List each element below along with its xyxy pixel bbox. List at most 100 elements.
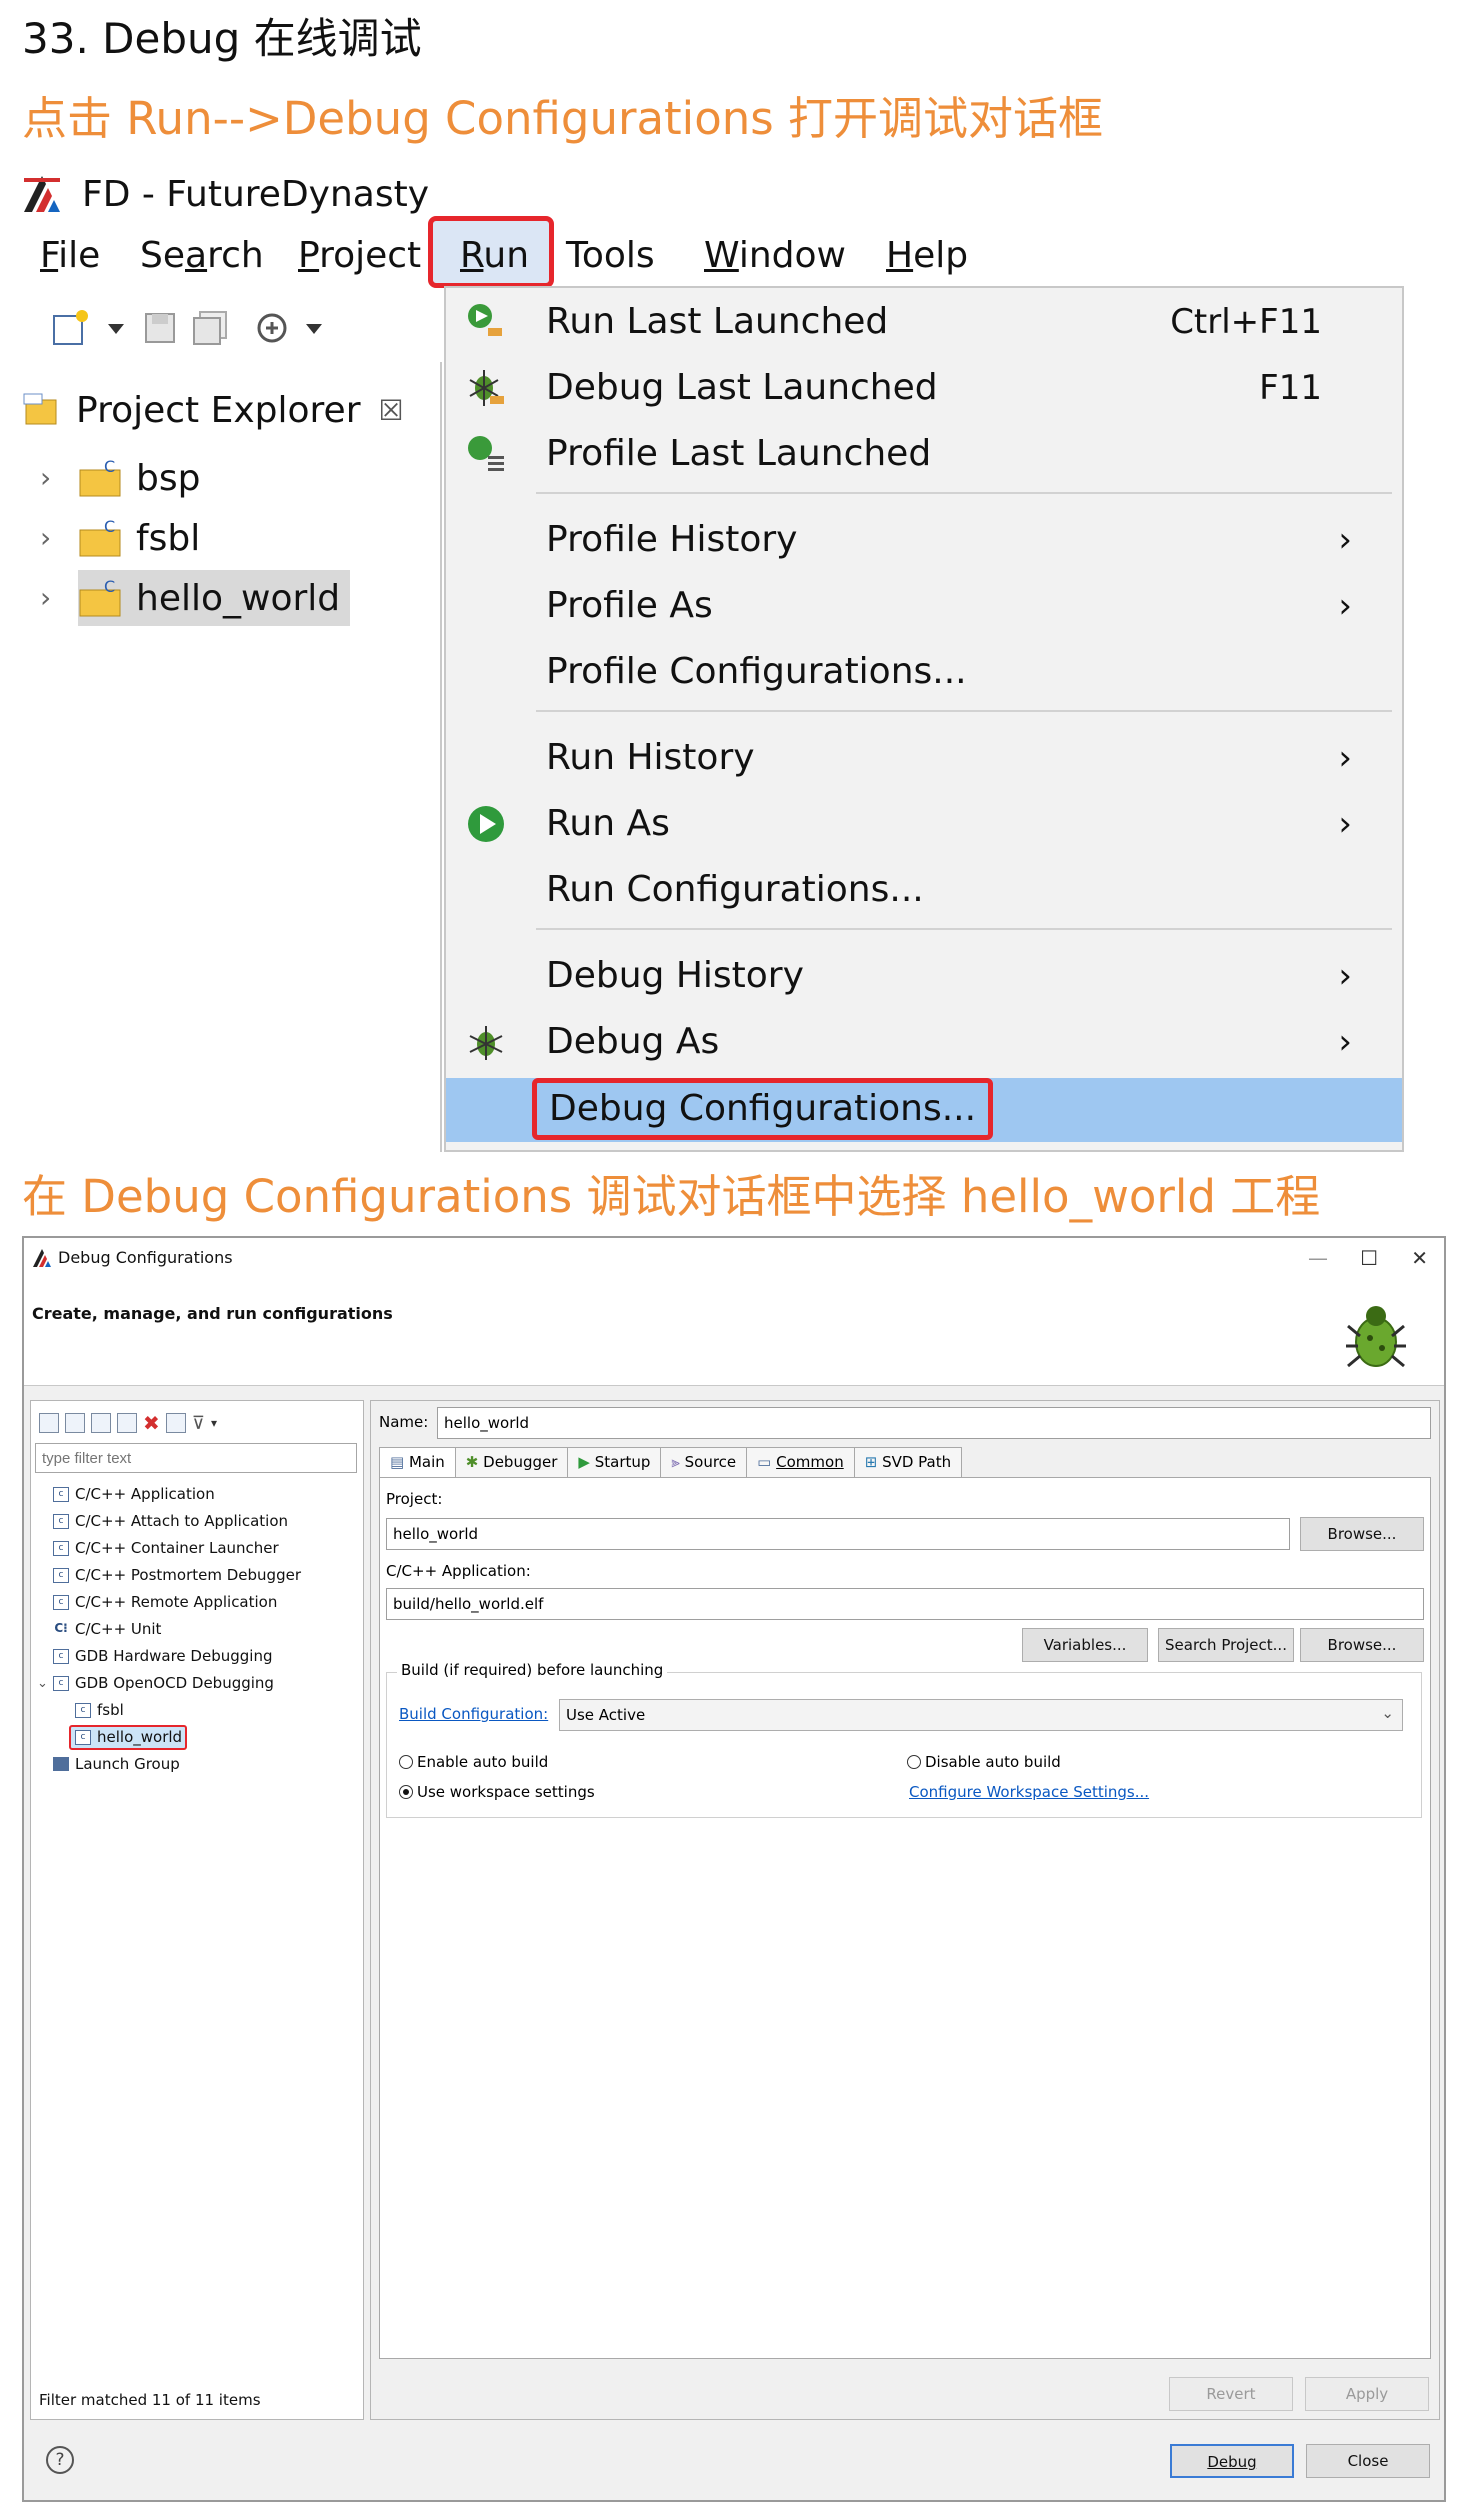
tab-debugger[interactable]: ✱ Debugger (454, 1447, 569, 1477)
config-tree: c C/C++ Application c C/C++ Attach to Appl… (31, 1481, 363, 1778)
tree-item[interactable]: c C/C++ Remote Application (31, 1589, 363, 1616)
enable-auto-build-radio[interactable]: Enable auto build (399, 1753, 548, 1771)
menu-item-debug-history[interactable]: Debug History › (446, 944, 1402, 1008)
chevron-down-icon[interactable]: ▾ (211, 1416, 217, 1430)
tab-startup[interactable]: ▶ Startup (567, 1447, 662, 1477)
tree-item[interactable]: c C/C++ Application (31, 1481, 363, 1508)
menu-item-profile-history[interactable]: Profile History › (446, 508, 1402, 572)
delete-icon[interactable]: ✖ (143, 1411, 160, 1435)
step2-caption: 在 Debug Configurations 调试对话框中选择 hello_wo… (22, 1170, 1321, 1223)
tab-svd-path[interactable]: ⊞ SVD Path (853, 1447, 963, 1477)
menu-search[interactable]: Search (140, 232, 264, 280)
save-all-icon[interactable] (190, 308, 230, 348)
close-icon[interactable]: ☒ (379, 394, 404, 427)
menu-project[interactable]: Project (298, 232, 421, 280)
dialog-title: Debug Configurations (58, 1248, 233, 1267)
debug-last-icon (469, 370, 504, 406)
menu-window[interactable]: Window (704, 232, 846, 280)
chevron-down-icon: ⌄ (37, 1676, 48, 1691)
revert-button[interactable]: Revert (1169, 2377, 1293, 2411)
save-icon[interactable] (140, 308, 180, 348)
new-config-icon[interactable] (39, 1413, 59, 1433)
list-item[interactable]: › C bsp (22, 448, 442, 508)
browse-project-button[interactable]: Browse... (1300, 1517, 1424, 1551)
project-label: Project: (386, 1490, 443, 1508)
tab-common[interactable]: ▭ Common (746, 1447, 855, 1477)
disable-auto-build-radio[interactable]: Disable auto build (907, 1753, 1061, 1771)
build-group: Build (if required) before launching Bui… (386, 1661, 1422, 1818)
new-file-icon[interactable] (50, 308, 90, 348)
list-item[interactable]: › C fsbl (22, 508, 442, 568)
close-button[interactable]: Close (1306, 2444, 1430, 2478)
debug-toolbar-icon[interactable] (252, 308, 292, 348)
configure-workspace-link[interactable]: Configure Workspace Settings... (909, 1783, 1149, 1801)
c-project-icon: C (79, 458, 121, 497)
tree-item[interactable]: c C/C++ Container Launcher (31, 1535, 363, 1562)
tree-item-hello-world[interactable]: c hello_world (31, 1724, 363, 1751)
new-prototype-icon[interactable] (65, 1413, 85, 1433)
menu-separator (536, 492, 1392, 494)
tree-item[interactable]: c C/C++ Postmortem Debugger (31, 1562, 363, 1589)
chevron-right-icon[interactable]: › (40, 584, 68, 612)
export-config-icon[interactable] (91, 1413, 111, 1433)
filter-icon[interactable]: ⊽ (192, 1413, 205, 1434)
chevron-right-icon[interactable]: › (40, 464, 68, 492)
menu-item-debug-as[interactable]: Debug As › (446, 1010, 1402, 1074)
common-icon: ▭ (757, 1453, 772, 1471)
menu-item-run-as[interactable]: Run As › (446, 792, 1402, 856)
menu-item-run-history[interactable]: Run History › (446, 726, 1402, 790)
main-tab-icon: ▤ (390, 1453, 405, 1471)
tree-item[interactable]: c C/C++ Attach to Application (31, 1508, 363, 1535)
menu-item-profile-configurations[interactable]: Profile Configurations... (446, 640, 1402, 704)
menu-tools[interactable]: Tools (566, 232, 655, 280)
chevron-right-icon[interactable]: › (40, 524, 68, 552)
project-input[interactable]: hello_world (386, 1518, 1290, 1550)
menu-help[interactable]: Help (886, 232, 968, 280)
maximize-button[interactable]: ☐ (1360, 1246, 1378, 1270)
menu-item-debug-configurations[interactable]: Debug Configurations... (446, 1078, 1402, 1142)
tree-item[interactable]: Launch Group (31, 1751, 363, 1778)
project-name: hello_world (136, 577, 341, 619)
tree-item[interactable]: c GDB Hardware Debugging (31, 1643, 363, 1670)
tab-source[interactable]: ⫸ Source (660, 1447, 748, 1477)
use-workspace-settings-radio[interactable]: Use workspace settings (399, 1783, 595, 1801)
bug-icon: ✱ (465, 1453, 479, 1471)
menu-item-run-last-launched[interactable]: Run Last Launched Ctrl+F11 (446, 290, 1402, 354)
duplicate-config-icon[interactable] (117, 1413, 137, 1433)
minimize-button[interactable]: — (1308, 1246, 1328, 1270)
search-project-button[interactable]: Search Project... (1158, 1628, 1294, 1662)
build-configuration-link[interactable]: Build Configuration: (399, 1705, 548, 1723)
menu-run[interactable]: Run (460, 232, 529, 280)
chevron-right-icon: › (1338, 1022, 1352, 1062)
variables-button[interactable]: Variables... (1022, 1628, 1148, 1662)
project-explorer-title: Project Explorer (76, 389, 361, 431)
menu-separator (536, 710, 1392, 712)
list-item[interactable]: › C hello_world (22, 568, 442, 628)
menu-item-profile-last-launched[interactable]: Profile Last Launched (446, 422, 1402, 486)
help-icon[interactable]: ? (46, 2446, 74, 2474)
build-configuration-select[interactable]: Use Active ⌄ (559, 1699, 1403, 1731)
browse-application-button[interactable]: Browse... (1300, 1628, 1424, 1662)
selected-project[interactable]: C hello_world (78, 570, 351, 626)
chevron-down-icon[interactable] (106, 308, 126, 348)
application-input[interactable]: build/hello_world.elf (386, 1588, 1424, 1620)
menu-item-profile-as[interactable]: Profile As › (446, 574, 1402, 638)
tab-main[interactable]: ▤ Main (379, 1447, 456, 1479)
tree-item[interactable]: ⌄ c GDB OpenOCD Debugging (31, 1670, 363, 1697)
chevron-down-icon[interactable] (304, 308, 324, 348)
ide-toolbar (22, 298, 442, 362)
menu-file[interactable]: File (40, 232, 100, 280)
tree-item[interactable]: C⁝ C/C++ Unit (31, 1616, 363, 1643)
apply-button[interactable]: Apply (1305, 2377, 1429, 2411)
debug-button[interactable]: Debug (1170, 2444, 1294, 2478)
main-tab-content: Project: hello_world Browse... C/C++ App… (379, 1477, 1431, 2359)
bug-icon (1346, 1306, 1406, 1368)
tree-item[interactable]: c fsbl (31, 1697, 363, 1724)
close-window-button[interactable]: ✕ (1411, 1246, 1428, 1270)
c-project-icon: C (79, 518, 121, 557)
filter-input[interactable] (35, 1443, 357, 1473)
menu-item-debug-last-launched[interactable]: Debug Last Launched F11 (446, 356, 1402, 420)
menu-item-run-configurations[interactable]: Run Configurations... (446, 858, 1402, 922)
collapse-all-icon[interactable] (165, 1413, 186, 1433)
name-input[interactable]: hello_world (437, 1407, 1431, 1439)
